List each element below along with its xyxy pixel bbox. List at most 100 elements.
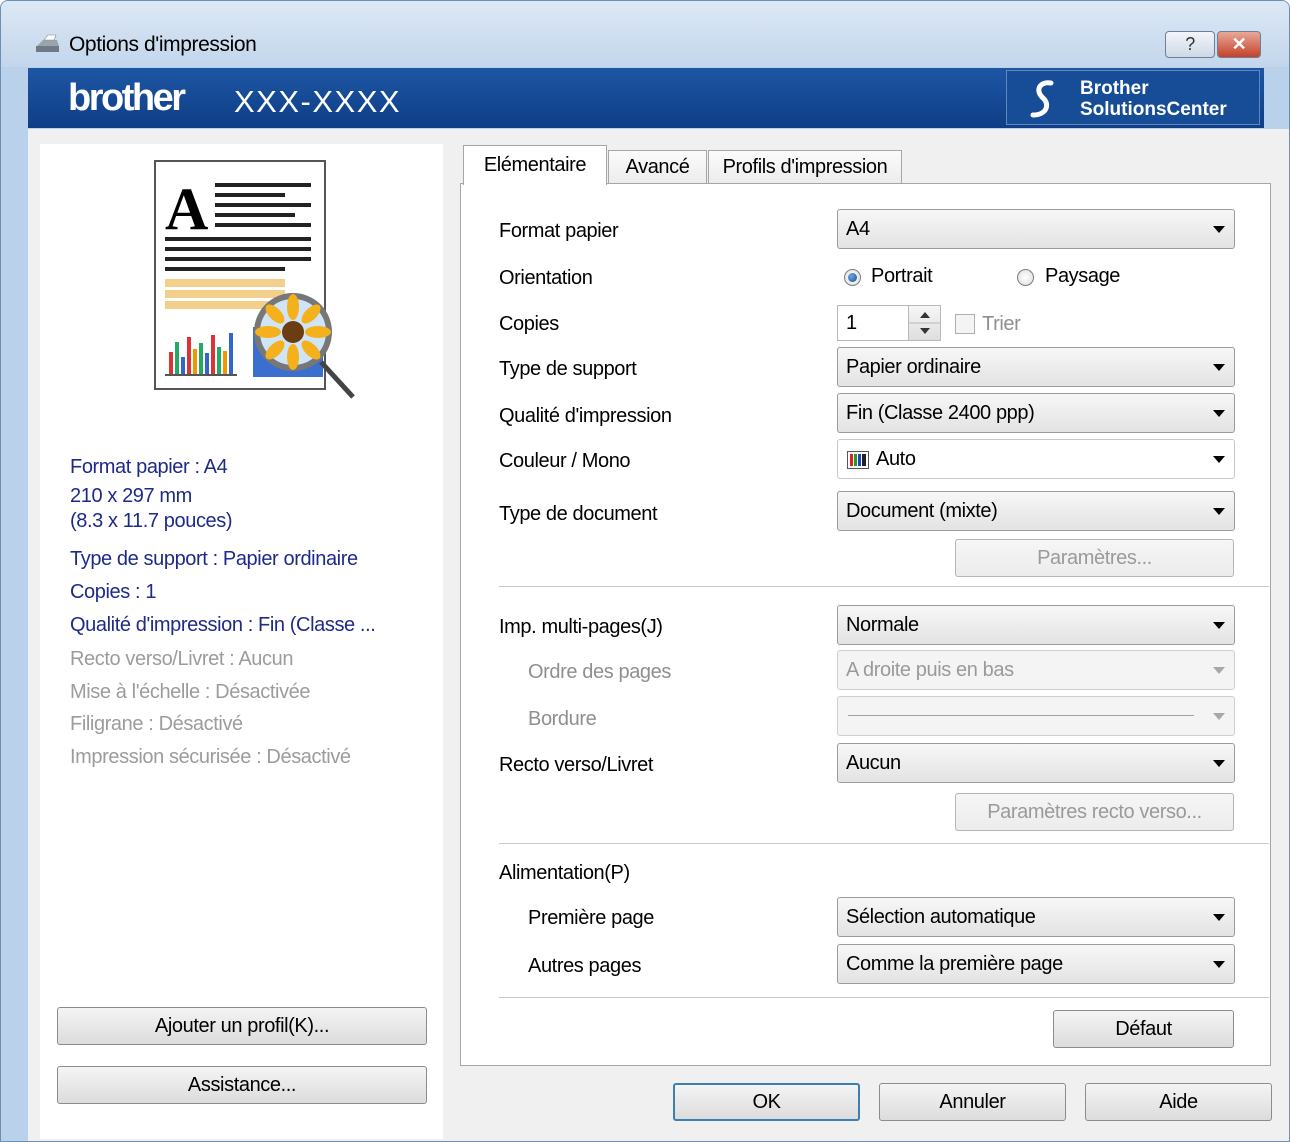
brother-logo: brother <box>68 77 186 119</box>
solutions-center-icon <box>1030 80 1054 118</box>
question-icon: ? <box>1185 34 1195 54</box>
summary-duplex: Recto verso/Livret : Aucun <box>70 648 294 670</box>
summary-media-type[interactable]: Type de support : Papier ordinaire <box>70 548 358 571</box>
window-title: Options d'impression <box>69 33 257 56</box>
svg-text:A: A <box>165 176 208 242</box>
page-order-value: A droite puis en bas <box>846 659 1014 681</box>
summary-scaling: Mise à l'échelle : Désactivée <box>70 681 311 703</box>
tab-advanced[interactable]: Avancé <box>608 150 707 184</box>
duplex-label: Recto verso/Livret <box>499 754 653 776</box>
help-button[interactable]: ? <box>1165 31 1215 58</box>
collate-checkbox[interactable] <box>955 314 975 334</box>
chevron-down-icon <box>1213 226 1225 233</box>
close-button[interactable]: ✕ <box>1217 31 1261 58</box>
chevron-down-icon <box>1213 667 1225 674</box>
copies-stepper[interactable]: 1 <box>837 305 941 341</box>
media-type-value: Papier ordinaire <box>846 356 981 378</box>
color-mono-label: Couleur / Mono <box>499 450 631 472</box>
first-page-value: Sélection automatique <box>846 906 1036 928</box>
duplex-value: Aucun <box>846 752 901 774</box>
color-mode-icon <box>847 451 869 469</box>
document-type-value: Document (mixte) <box>846 500 998 522</box>
brother-banner: brother XXX-XXXX Brother SolutionsCenter <box>28 68 1264 128</box>
landscape-radio[interactable] <box>1017 269 1034 286</box>
support-button[interactable]: Assistance... <box>57 1066 427 1104</box>
chevron-down-icon <box>1213 961 1225 968</box>
print-quality-value: Fin (Classe 2400 ppp) <box>846 402 1035 424</box>
settings-button[interactable]: Paramètres... <box>955 539 1234 577</box>
settings-summary-pane: A Format papier: A4 210 x 297 mm (8.3 x… <box>40 144 443 1139</box>
solutions-line2: SolutionsCenter <box>1080 99 1227 120</box>
page-order-select[interactable]: A droite puis en bas <box>837 650 1235 690</box>
add-profile-button[interactable]: Ajouter un profil(K)... <box>57 1007 427 1045</box>
border-select[interactable] <box>837 696 1235 736</box>
multipage-select[interactable]: Normale <box>837 605 1235 645</box>
copies-spin-buttons[interactable] <box>908 306 941 340</box>
ok-button[interactable]: OK <box>673 1083 860 1121</box>
copies-value[interactable]: 1 <box>846 312 857 335</box>
summary-secure-print: Impression sécurisée : Désactivé <box>70 746 351 768</box>
duplex-select[interactable]: Aucun <box>837 743 1235 783</box>
portrait-label[interactable]: Portrait <box>871 265 933 288</box>
color-mono-select[interactable]: Auto <box>837 439 1235 479</box>
tab-basic[interactable]: Elémentaire <box>463 145 607 185</box>
media-type-label: Type de support <box>499 358 637 380</box>
other-pages-select[interactable]: Comme la première page <box>837 944 1235 984</box>
summary-paper-size[interactable]: Format papier : A4 <box>70 456 228 479</box>
summary-copies[interactable]: Copies : 1 <box>70 581 156 604</box>
chevron-down-icon <box>1213 456 1225 463</box>
media-type-select[interactable]: Papier ordinaire <box>837 347 1235 387</box>
document-type-select[interactable]: Document (mixte) <box>837 491 1235 531</box>
chevron-down-icon <box>1213 760 1225 767</box>
chevron-down-icon <box>1213 364 1225 371</box>
document-type-label: Type de document <box>499 503 658 525</box>
multipage-label: Imp. multi-pages(J) <box>499 616 663 638</box>
paper-size-select[interactable]: A4 <box>837 209 1235 249</box>
summary-watermark: Filigrane : Désactivé <box>70 713 243 735</box>
printer-icon <box>36 34 59 52</box>
summary-print-quality[interactable]: Qualité d'impression : Fin (Classe ... <box>70 614 376 637</box>
print-quality-label: Qualité d'impression <box>499 405 672 427</box>
border-label: Bordure <box>528 708 597 730</box>
page-preview-image: A <box>154 160 355 399</box>
dialog-body: A Format papier: A4 210 x 297 mm (8.3 x… <box>28 129 1289 1141</box>
first-page-label: Première page <box>528 907 654 929</box>
paper-size-value: A4 <box>846 218 870 240</box>
portrait-radio[interactable] <box>844 269 861 286</box>
tab-print-profiles[interactable]: Profils d'impression <box>708 150 902 184</box>
page-order-label: Ordre des pages <box>528 661 671 683</box>
solutions-line1: Brother <box>1080 78 1149 99</box>
collate-label[interactable]: Trier <box>982 313 1021 336</box>
close-icon: ✕ <box>1231 34 1247 54</box>
print-options-dialog: Options d'impression ? ✕ brother XXX-XXX… <box>0 0 1290 1142</box>
spin-arrows-icon <box>909 312 941 334</box>
separator <box>499 997 1269 999</box>
solutions-center-button[interactable]: Brother SolutionsCenter <box>1006 70 1260 125</box>
multipage-value: Normale <box>846 614 919 636</box>
other-pages-label: Autres pages <box>528 955 642 977</box>
chevron-down-icon <box>1213 410 1225 417</box>
basic-tab-panel: Format papier A4 Orientation Portrait Pa… <box>460 183 1271 1066</box>
paper-size-label: Format papier <box>499 220 619 242</box>
default-button[interactable]: Défaut <box>1053 1010 1234 1048</box>
printer-model: XXX-XXXX <box>234 84 402 119</box>
first-page-select[interactable]: Sélection automatique <box>837 897 1235 937</box>
chevron-down-icon <box>1213 914 1225 921</box>
print-quality-select[interactable]: Fin (Classe 2400 ppp) <box>837 393 1235 433</box>
copies-label: Copies <box>499 313 559 335</box>
other-pages-value: Comme la première page <box>846 953 1063 975</box>
landscape-label[interactable]: Paysage <box>1045 265 1120 288</box>
paper-source-label: Alimentation(P) <box>499 862 630 884</box>
duplex-settings-button[interactable]: Paramètres recto verso... <box>955 793 1234 831</box>
separator <box>499 843 1269 845</box>
summary-dimensions-mm: 210 x 297 mm <box>70 485 192 507</box>
help-footer-button[interactable]: Aide <box>1085 1083 1272 1121</box>
orientation-label: Orientation <box>499 267 593 289</box>
chevron-down-icon <box>1213 622 1225 629</box>
cancel-button[interactable]: Annuler <box>879 1083 1066 1121</box>
color-mono-value: Auto <box>876 448 916 470</box>
title-bar: Options d'impression ? ✕ <box>1 1 1289 67</box>
chevron-down-icon <box>1213 508 1225 515</box>
border-line-preview <box>848 715 1194 716</box>
chevron-down-icon <box>1213 713 1225 720</box>
